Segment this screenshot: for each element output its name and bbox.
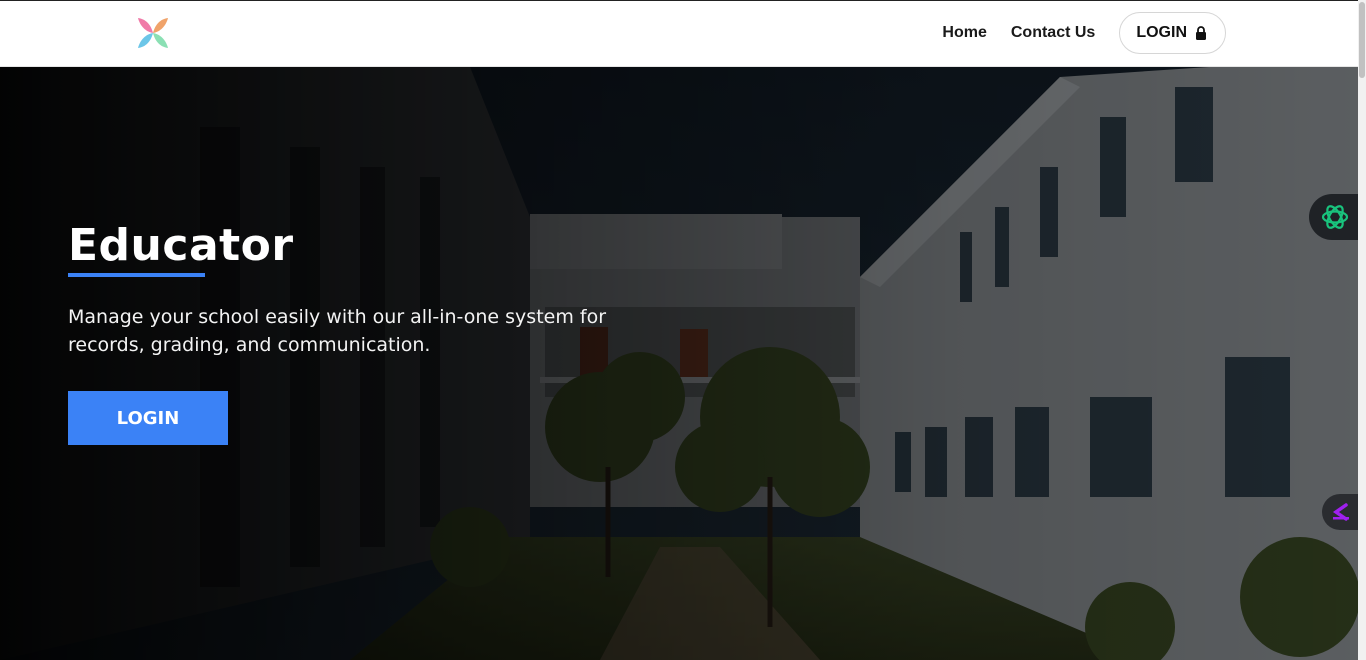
nav-contact-link[interactable]: Contact Us [1011,24,1095,42]
hero-title: Educator [68,220,294,271]
side-tool-widget[interactable] [1322,494,1362,530]
nav-home-link[interactable]: Home [942,24,986,42]
hero-description: Manage your school easily with our all-i… [68,306,607,356]
hero-login-button[interactable]: LOGIN [68,391,228,445]
main-nav: Home Contact Us LOGIN [942,12,1226,54]
angle-bracket-icon [1332,503,1349,521]
hero-section: Educator Manage your school easily with … [0,67,1358,660]
top-navigation-bar: Home Contact Us LOGIN [0,0,1358,67]
scrollbar-thumb[interactable] [1359,2,1365,78]
ai-assistant-widget[interactable] [1309,194,1361,240]
lock-icon [1196,26,1206,40]
butterfly-flower-logo[interactable] [136,16,170,50]
hero-content: Educator Manage your school easily with … [68,217,628,445]
nav-login-button[interactable]: LOGIN [1119,12,1226,54]
openai-knot-icon [1321,205,1349,229]
nav-login-label: LOGIN [1136,24,1187,41]
page-scrollbar[interactable] [1358,0,1366,660]
